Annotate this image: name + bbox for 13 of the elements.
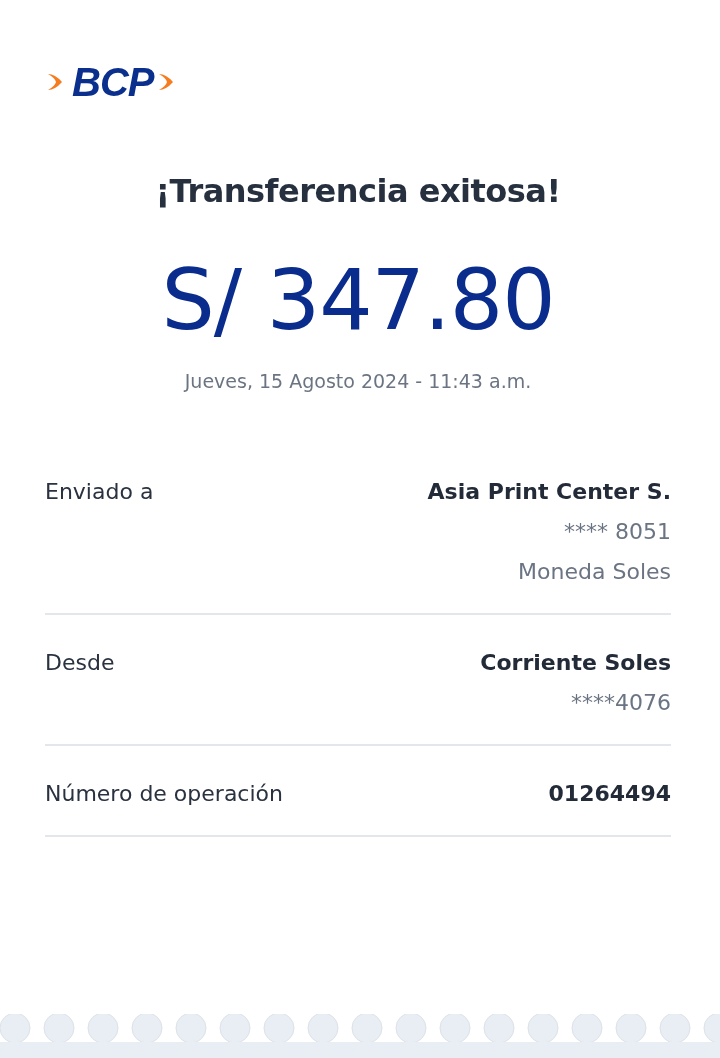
detail-value: **** 8051: [564, 518, 671, 547]
detail-value: 01264494: [548, 780, 671, 809]
detail-value: Asia Print Center S.: [427, 478, 671, 507]
detail-label: Enviado a: [45, 478, 154, 507]
transfer-date: Jueves, 15 Agosto 2024 - 11:43 a.m.: [182, 370, 533, 393]
detail-label: Número de operación: [45, 780, 283, 809]
detail-value: Moneda Soles: [518, 558, 671, 587]
detail-label: Desde: [45, 649, 115, 678]
success-title: ¡Transferencia exitosa!: [154, 172, 562, 210]
detail-value: Corriente Soles: [480, 649, 671, 678]
detail-value: ****4076: [571, 689, 671, 718]
bank-logo: BCP: [72, 62, 154, 102]
transfer-amount: S/ 347.80: [160, 254, 556, 347]
